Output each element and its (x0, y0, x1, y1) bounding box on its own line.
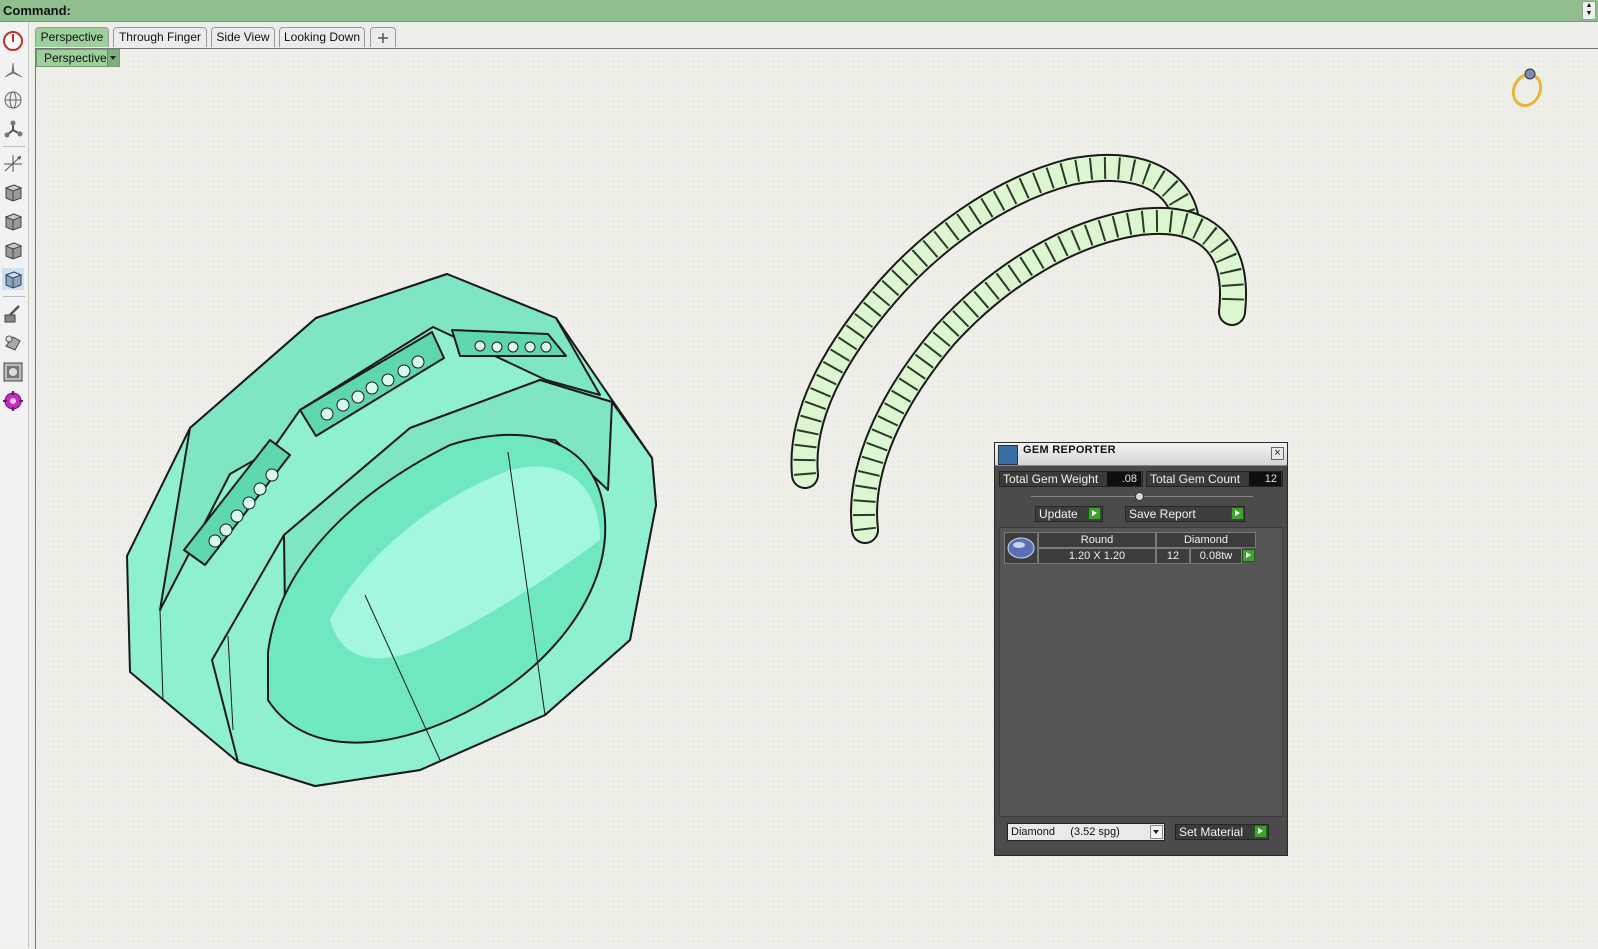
total-gem-count-value: 12 (1249, 472, 1281, 486)
ring-logo-icon (1511, 68, 1543, 108)
close-icon[interactable]: × (1271, 447, 1284, 460)
gem-reporter-panel: GEM REPORTER × Total Gem Weight .08 Tota… (994, 442, 1288, 856)
play-icon[interactable] (1231, 507, 1244, 520)
chevron-down-icon[interactable] (1150, 825, 1163, 839)
gem-count: 12 (1156, 548, 1190, 564)
gem-reporter-icon (998, 445, 1018, 465)
table-row[interactable]: Round Diamond 1.20 X 1.20 12 0.08tw (1004, 532, 1256, 564)
play-icon[interactable] (1088, 507, 1101, 520)
gem-reporter-titlebar[interactable]: GEM REPORTER × (995, 443, 1287, 466)
slider-handle[interactable] (1135, 492, 1144, 501)
gem-size: 1.20 X 1.20 (1038, 548, 1156, 564)
gem-thumbnail (1004, 532, 1038, 564)
save-report-button[interactable]: Save Report (1125, 506, 1245, 522)
gem-list[interactable]: Round Diamond 1.20 X 1.20 12 0.08tw (999, 527, 1283, 817)
play-icon[interactable] (1254, 825, 1267, 838)
gem-icon (1007, 537, 1035, 559)
band-ring[interactable] (126, 273, 657, 787)
column-header-shape: Round (1038, 532, 1156, 548)
material-select[interactable]: Diamond (3.52 spg) (1007, 823, 1165, 841)
gem-reporter-title: GEM REPORTER (1023, 444, 1116, 456)
total-gem-weight-value: .08 (1107, 472, 1141, 486)
model-scene[interactable] (0, 0, 1598, 948)
play-icon[interactable] (1242, 549, 1255, 562)
column-header-material: Diamond (1156, 532, 1256, 548)
gem-weight: 0.08tw (1190, 548, 1242, 564)
